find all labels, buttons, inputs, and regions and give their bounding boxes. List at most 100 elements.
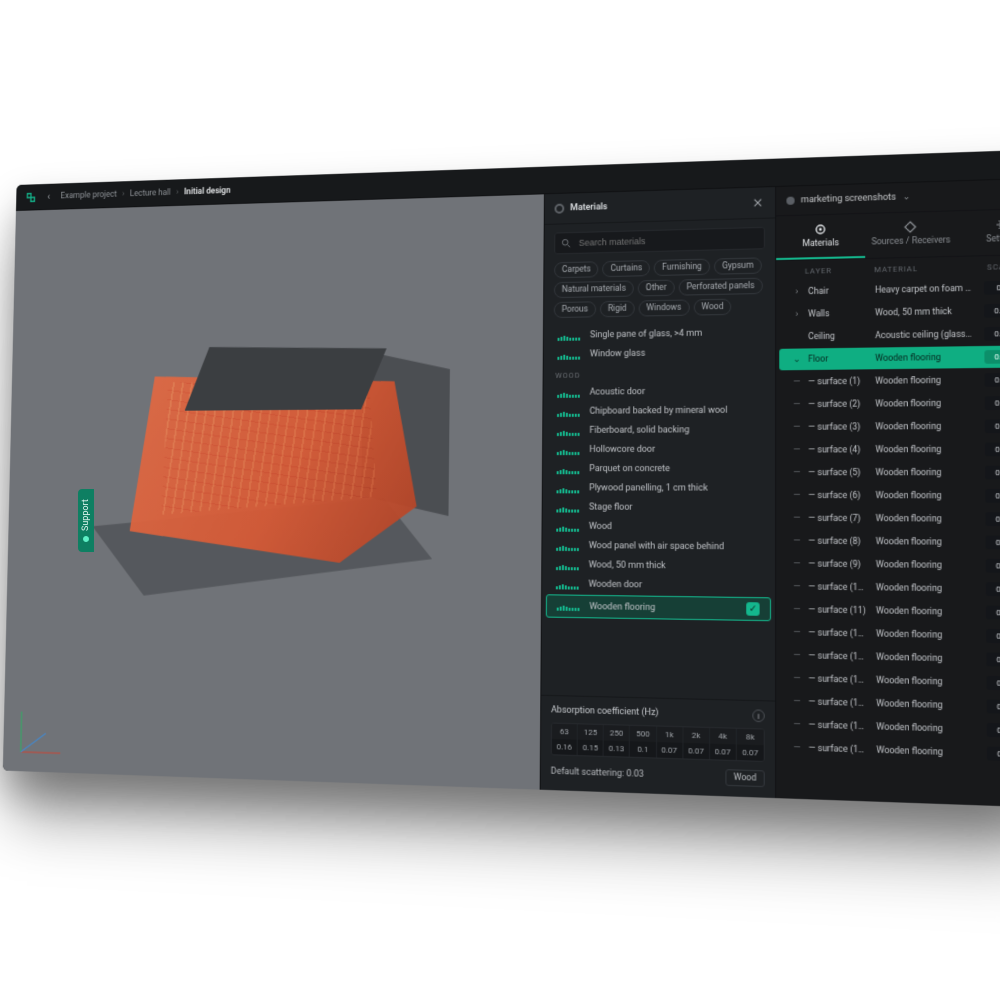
scatter-value[interactable]: 0.03 <box>986 606 1000 620</box>
layer-subrow[interactable]: —— surface (6)Wooden flooring0.03 <box>779 485 1000 508</box>
material-item[interactable]: Acoustic door <box>547 382 771 402</box>
scatter-value[interactable]: 0.03 <box>986 652 1000 667</box>
scatter-value[interactable]: 0.03 <box>987 723 1000 738</box>
material-item[interactable]: Wood panel with air space behind <box>546 537 771 557</box>
material-item[interactable]: Single pane of glass, >4 mm <box>548 323 771 345</box>
material-tag[interactable]: Wood <box>693 299 731 316</box>
scatter-value[interactable]: 0.03 <box>985 396 1000 410</box>
scatter-value[interactable]: 0.03 <box>985 466 1000 480</box>
tab-sources-receivers[interactable]: Sources / Receivers <box>865 211 956 258</box>
layer-name: — surface (7) <box>808 513 875 524</box>
expand-toggle[interactable]: — <box>785 399 808 409</box>
material-item[interactable]: Plywood panelling, 1 cm thick <box>547 479 771 498</box>
scatter-value[interactable]: 0.03 <box>984 350 1000 364</box>
scatter-value[interactable]: 0.03 <box>985 373 1000 387</box>
expand-toggle[interactable]: — <box>785 490 808 500</box>
expand-toggle[interactable]: — <box>786 696 809 707</box>
expand-toggle[interactable]: — <box>786 742 809 753</box>
expand-toggle[interactable]: › <box>785 286 808 297</box>
scatter-value[interactable]: 0.03 <box>986 676 1000 691</box>
material-tag[interactable]: Other <box>638 280 675 297</box>
absorption-title: Absorption coefficient (Hz) <box>551 705 659 718</box>
material-item[interactable]: Hollowcore door <box>547 440 771 459</box>
expand-toggle[interactable]: — <box>786 581 809 592</box>
expand-toggle[interactable]: › <box>785 309 808 320</box>
scatter-value[interactable]: 0.03 <box>985 442 1000 456</box>
layer-name: — surface (4) <box>808 445 875 456</box>
material-item[interactable]: Wood <box>546 517 771 537</box>
layer-row[interactable]: CeilingAcoustic ceiling (glass…0.05 <box>779 322 1000 348</box>
scatter-value[interactable]: 0.03 <box>986 629 1000 644</box>
material-item[interactable]: Fiberboard, solid backing <box>547 421 771 440</box>
layer-row[interactable]: ⌄FloorWooden flooring0.03 <box>779 345 1000 370</box>
material-tag[interactable]: Curtains <box>603 260 651 277</box>
expand-toggle[interactable]: — <box>786 604 809 615</box>
layer-subrow[interactable]: —— surface (11)Wooden flooring0.03 <box>779 598 1000 624</box>
material-item[interactable]: Window glass <box>548 343 771 364</box>
scatter-value[interactable]: 0.03 <box>987 699 1000 714</box>
expand-toggle[interactable]: — <box>785 445 808 455</box>
breadcrumb-item[interactable]: Lecture hall <box>130 188 171 199</box>
material-item[interactable]: Wooden door <box>546 575 771 596</box>
search-input[interactable] <box>577 232 758 249</box>
scatter-value[interactable]: 0.03 <box>986 582 1000 596</box>
info-icon[interactable]: i <box>752 709 764 722</box>
tab-materials[interactable]: Materials <box>776 214 865 260</box>
search-input-wrapper[interactable] <box>554 227 765 255</box>
expand-toggle[interactable]: — <box>785 377 808 388</box>
expand-toggle[interactable]: — <box>786 627 809 638</box>
material-tag[interactable]: Gypsum <box>714 257 762 274</box>
material-item[interactable]: Chipboard backed by mineral wool <box>547 401 771 421</box>
scatter-value[interactable]: 0.03 <box>985 489 1000 503</box>
scatter-value[interactable]: 0.03 <box>985 512 1000 526</box>
expand-toggle[interactable]: — <box>785 467 808 477</box>
close-icon[interactable] <box>751 195 765 210</box>
material-tag[interactable]: Windows <box>638 299 689 316</box>
material-tag[interactable]: Natural materials <box>554 280 634 298</box>
expand-toggle[interactable]: — <box>785 536 808 547</box>
layer-row[interactable]: ›ChairHeavy carpet on foam …0.2 <box>779 276 1000 303</box>
expand-toggle[interactable]: — <box>786 650 809 661</box>
layer-table[interactable]: ›ChairHeavy carpet on foam …0.2›WallsWoo… <box>776 275 1000 808</box>
expand-toggle[interactable]: — <box>786 719 809 730</box>
material-tag[interactable]: Perforated panels <box>678 278 762 296</box>
expand-toggle[interactable]: — <box>785 513 808 523</box>
material-tag[interactable]: Porous <box>554 301 596 318</box>
scatter-value[interactable]: 0.2 <box>984 280 1000 294</box>
material-item[interactable]: Wood, 50 mm thick <box>546 556 771 577</box>
layer-subrow[interactable]: —— surface (1…Wooden flooring0.03 <box>779 576 1000 601</box>
expand-toggle[interactable]: — <box>786 673 809 684</box>
expand-toggle[interactable]: — <box>785 422 808 432</box>
material-item[interactable]: Wooden flooring✓ <box>546 594 771 621</box>
scatter-value[interactable]: 0.03 <box>987 747 1000 762</box>
scatter-value[interactable]: 0.05 <box>984 327 1000 341</box>
material-item[interactable]: Parquet on concrete <box>547 460 771 479</box>
layer-subrow[interactable]: —— surface (8)Wooden flooring0.03 <box>779 530 1000 554</box>
layer-subrow[interactable]: —— surface (5)Wooden flooring0.03 <box>779 461 1000 483</box>
material-item[interactable]: Stage floor <box>547 498 771 517</box>
layer-row[interactable]: ›WallsWood, 50 mm thick0.04 <box>779 299 1000 325</box>
scatter-value[interactable]: 0.03 <box>986 535 1000 549</box>
material-tag[interactable]: Carpets <box>554 261 599 278</box>
tab-settings[interactable]: Settings <box>956 209 1000 256</box>
tab-icon <box>814 223 826 236</box>
layer-subrow[interactable]: —— surface (7)Wooden flooring0.03 <box>779 507 1000 530</box>
support-tab[interactable]: Support <box>78 489 94 552</box>
layer-subrow[interactable]: —— surface (1…Wooden flooring0.03 <box>779 736 1000 766</box>
layer-subrow[interactable]: —— surface (4)Wooden flooring0.03 <box>779 438 1000 461</box>
scatter-value[interactable]: 0.03 <box>985 419 1000 433</box>
expand-toggle[interactable]: ⌄ <box>785 354 808 365</box>
expand-toggle[interactable]: — <box>785 559 808 570</box>
material-category-chip[interactable]: Wood <box>726 769 765 787</box>
breadcrumb-item[interactable]: Example project <box>60 189 116 200</box>
layer-subrow[interactable]: —— surface (9)Wooden flooring0.03 <box>779 553 1000 578</box>
scatter-value[interactable]: 0.04 <box>984 304 1000 318</box>
layer-subrow[interactable]: —— surface (3)Wooden flooring0.03 <box>779 415 1000 438</box>
materials-list[interactable]: Single pane of glass, >4 mmWindow glass W… <box>541 320 775 700</box>
material-tag[interactable]: Furnishing <box>654 259 710 276</box>
scatter-value[interactable]: 0.03 <box>986 559 1000 573</box>
material-tag[interactable]: Rigid <box>600 301 635 318</box>
layer-subrow[interactable]: —— surface (2)Wooden flooring0.03 <box>779 392 1000 416</box>
layer-subrow[interactable]: —— surface (1)Wooden flooring0.03 <box>779 368 1000 393</box>
back-button[interactable]: ‹ <box>47 190 50 202</box>
